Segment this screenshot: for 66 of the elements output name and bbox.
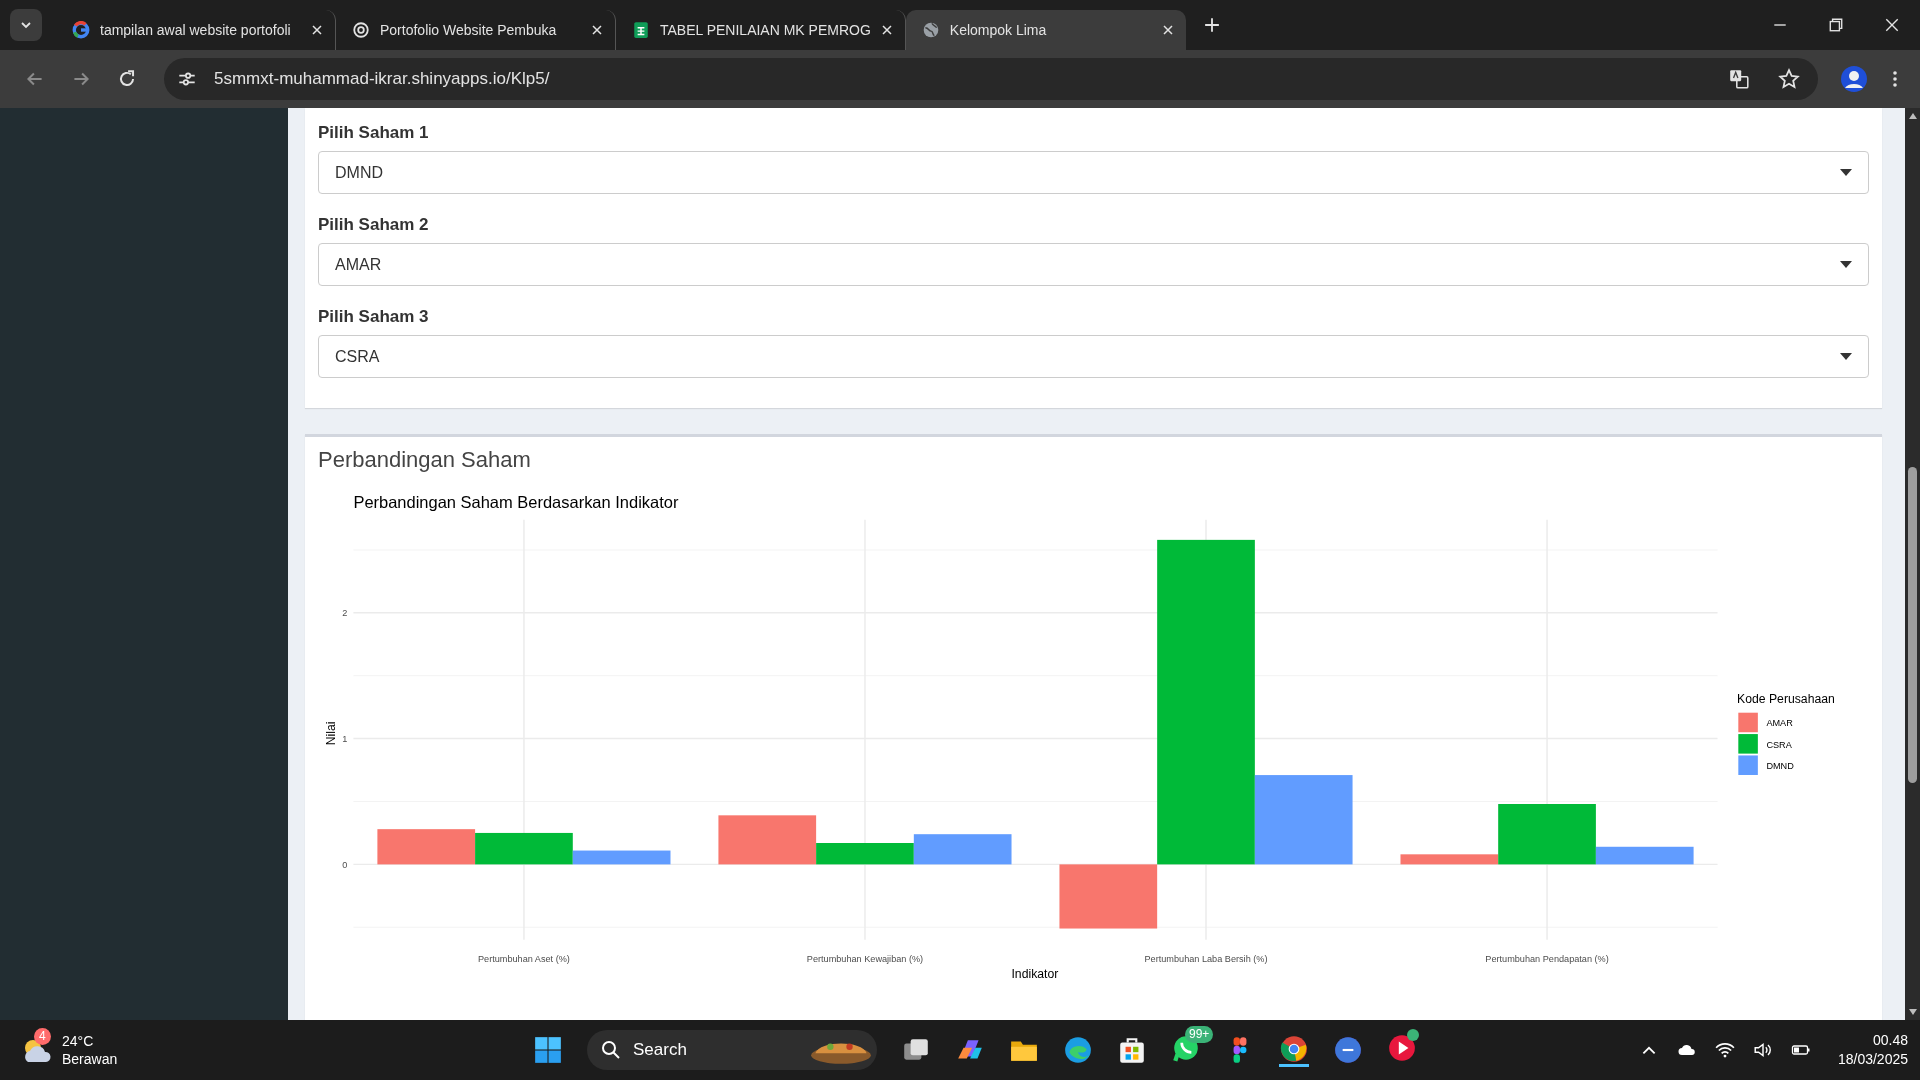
- taskbar-search-field[interactable]: Search: [586, 1030, 877, 1070]
- legend-label: CSRA: [1766, 739, 1792, 750]
- google-icon: [72, 21, 90, 39]
- temperature: 24°C: [62, 1032, 95, 1050]
- globe-icon: [921, 21, 940, 39]
- close-icon[interactable]: [1884, 17, 1900, 33]
- scroll-thumb[interactable]: [1908, 467, 1917, 783]
- x-axis-title: Indikator: [1011, 966, 1059, 981]
- more-icon[interactable]: [1892, 69, 1898, 89]
- stock-dropdown[interactable]: CSRA: [318, 335, 1869, 378]
- close-icon[interactable]: [880, 24, 893, 36]
- start-icon[interactable]: [532, 1035, 563, 1065]
- card-title: Perbandingan Saham: [318, 447, 531, 473]
- profile-avatar-icon[interactable]: [1840, 65, 1868, 93]
- tab-title: Kelompok Lima: [949, 22, 1048, 38]
- notification-badge: 4: [34, 1028, 51, 1045]
- spreadsheet-icon: [632, 21, 650, 39]
- chart-title: Perbandingan Saham Berdasarkan Indikator: [353, 492, 679, 511]
- address-bar[interactable]: 5smmxt-muhammad-ikrar.shinyapps.io/Klp5/: [164, 58, 1818, 100]
- select-label: Pilih Saham 3: [318, 307, 429, 327]
- scrollbar[interactable]: [1905, 108, 1920, 1020]
- category-label: Pertumbuhan Pendapatan (%): [1485, 953, 1609, 964]
- weather-condition: Berawan: [62, 1050, 118, 1068]
- y-axis-title: Nilai: [324, 721, 339, 746]
- caret-icon: [1840, 260, 1852, 269]
- close-icon[interactable]: [311, 24, 323, 36]
- scroll-down-icon[interactable]: [1907, 1008, 1918, 1016]
- stock-dropdown[interactable]: AMAR: [318, 243, 1869, 286]
- category-label: Pertumbuhan Kewajiban (%): [806, 953, 924, 964]
- edge-icon[interactable]: [1062, 1035, 1093, 1065]
- clock-date[interactable]: 18/03/2025: [1837, 1050, 1908, 1069]
- select-label: Pilih Saham 2: [318, 215, 429, 235]
- close-icon[interactable]: [1161, 24, 1174, 36]
- media-player-icon[interactable]: [1386, 1033, 1417, 1063]
- translate-icon[interactable]: [1728, 68, 1750, 90]
- star-icon[interactable]: [1778, 68, 1800, 90]
- legend-title: Kode Perusahaan: [1737, 691, 1835, 706]
- tab-title: TABEL PENILAIAN MK PEMROG: [660, 22, 871, 38]
- caret-icon: [1840, 168, 1852, 177]
- volume-icon[interactable]: [1752, 1041, 1773, 1059]
- clock-time[interactable]: 00.48: [1872, 1031, 1908, 1050]
- axis-tick-label: 0: [342, 860, 348, 871]
- category-label: Pertumbuhan Laba Bersih (%): [1144, 953, 1268, 964]
- search-icon: [600, 1040, 621, 1060]
- axis-tick-label: 2: [342, 608, 348, 619]
- category-label: Pertumbuhan Aset (%): [477, 953, 570, 964]
- tab-title: tampilan awal website portofoli: [100, 22, 292, 38]
- browser-icon[interactable]: [1278, 1033, 1309, 1067]
- url-text: 5smmxt-muhammad-ikrar.shinyapps.io/Klp5/: [214, 69, 550, 89]
- notification-badge: 99+: [1184, 1026, 1214, 1043]
- new-tab-icon[interactable]: [1203, 17, 1220, 33]
- chevron-down-icon: [20, 19, 32, 31]
- axis-tick-label: 1: [342, 734, 348, 745]
- legend-label: AMAR: [1766, 718, 1793, 729]
- scroll-up-icon[interactable]: [1907, 112, 1918, 120]
- tab-title: Portofolio Website Pembuka: [380, 22, 558, 38]
- wifi-icon[interactable]: [1714, 1041, 1735, 1059]
- browser-tab[interactable]: Kelompok Lima: [905, 10, 1186, 50]
- stock-dropdown[interactable]: DMND: [318, 151, 1869, 194]
- status-dot-icon: [1406, 1029, 1419, 1041]
- close-icon[interactable]: [591, 24, 603, 36]
- restore-icon[interactable]: [1828, 17, 1844, 33]
- legend-label: DMND: [1766, 760, 1794, 771]
- tab-search-button[interactable]: [10, 9, 42, 41]
- select-label: Pilih Saham 1: [318, 123, 429, 143]
- caret-icon: [1840, 352, 1852, 361]
